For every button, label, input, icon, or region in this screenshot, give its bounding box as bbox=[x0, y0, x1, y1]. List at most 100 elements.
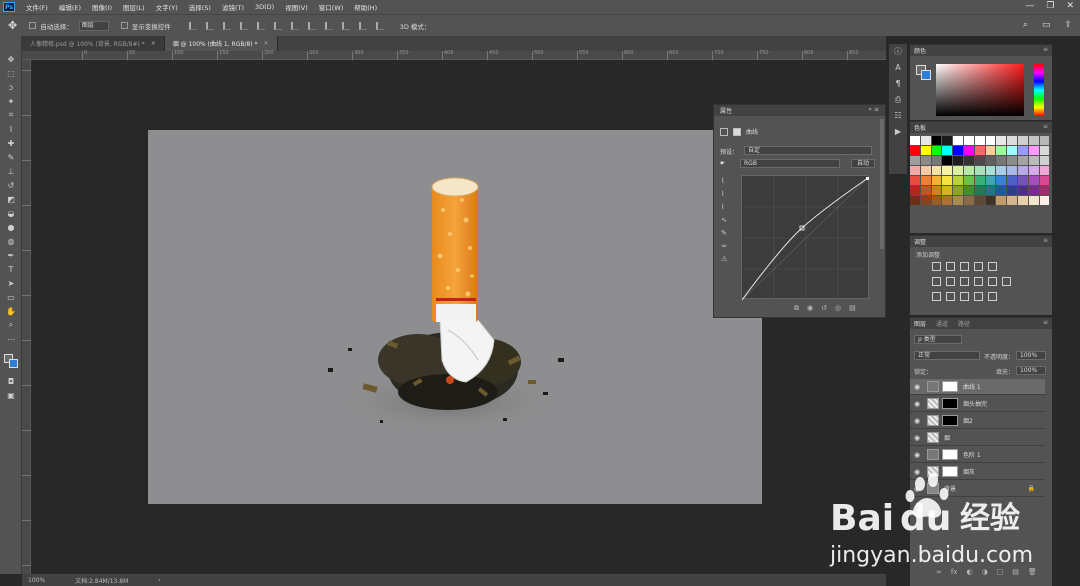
color-swatch[interactable] bbox=[1007, 156, 1017, 165]
gray-point-eyedropper-icon[interactable]: ⌇ bbox=[721, 190, 730, 198]
hand-tool-icon[interactable]: ✋ bbox=[5, 306, 17, 316]
screen-mode-icon[interactable]: ▣ bbox=[5, 390, 17, 400]
color-swatch[interactable] bbox=[963, 136, 974, 145]
distribute-right-icon[interactable] bbox=[375, 21, 384, 30]
tab-paths[interactable]: 路径 bbox=[958, 319, 970, 328]
workspace-icon[interactable]: ▭ bbox=[1042, 20, 1051, 30]
distribute-hcenter-icon[interactable] bbox=[358, 21, 367, 30]
hue-slider[interactable] bbox=[1034, 64, 1044, 116]
color-swatch[interactable] bbox=[942, 136, 953, 145]
delete-adjustment-icon[interactable]: ▤ bbox=[849, 304, 856, 313]
history-brush-tool-icon[interactable]: ↺ bbox=[5, 180, 17, 190]
curve-point-icon[interactable]: ∿ bbox=[721, 216, 730, 224]
color-swatch[interactable] bbox=[953, 136, 963, 145]
color-swatch[interactable] bbox=[974, 176, 985, 185]
color-swatch[interactable] bbox=[974, 136, 985, 145]
visibility-eye-icon[interactable]: ◉ bbox=[914, 400, 923, 408]
layer-mask-thumbnail[interactable] bbox=[942, 415, 958, 426]
color-swatch[interactable] bbox=[1007, 136, 1017, 145]
layer-mask-thumbnail[interactable] bbox=[942, 381, 958, 392]
tab-cigarette-document[interactable]: 烟 @ 100% (曲线 1, RGB/8) * × bbox=[164, 36, 278, 51]
blend-mode-dropdown[interactable]: 正常 bbox=[914, 351, 980, 360]
color-swatch[interactable] bbox=[1017, 136, 1028, 145]
align-left-icon[interactable] bbox=[239, 21, 248, 30]
color-swatch[interactable] bbox=[963, 166, 974, 175]
exposure-icon[interactable] bbox=[974, 262, 983, 271]
selective-color-icon[interactable] bbox=[988, 292, 997, 301]
posterize-icon[interactable] bbox=[946, 292, 955, 301]
curves-adjust-icon[interactable] bbox=[960, 262, 969, 271]
black-white-icon[interactable] bbox=[960, 277, 969, 286]
close-button[interactable]: ✕ bbox=[1066, 1, 1074, 11]
search-icon[interactable]: ⌕ bbox=[1023, 20, 1028, 30]
eraser-tool-icon[interactable]: ◩ bbox=[5, 194, 17, 204]
color-swatch[interactable] bbox=[1007, 196, 1017, 205]
zoom-tool-icon[interactable]: ⌕ bbox=[5, 320, 17, 330]
menu-edit[interactable]: 编辑(E) bbox=[59, 2, 81, 12]
color-swatch[interactable] bbox=[942, 176, 953, 185]
align-top-icon[interactable] bbox=[188, 21, 197, 30]
color-swatch[interactable] bbox=[910, 196, 920, 205]
color-swatch[interactable] bbox=[985, 196, 996, 205]
fill-field[interactable]: 100% bbox=[1016, 366, 1046, 375]
color-swatch[interactable] bbox=[1007, 176, 1017, 185]
color-swatch[interactable] bbox=[1039, 196, 1050, 205]
color-swatch[interactable] bbox=[942, 196, 953, 205]
color-swatch[interactable] bbox=[953, 196, 963, 205]
color-lookup-icon[interactable] bbox=[1002, 277, 1011, 286]
layer-row[interactable]: ◉ 色阶 1 bbox=[910, 447, 1045, 463]
color-swatch[interactable] bbox=[931, 176, 942, 185]
align-vcenter-icon[interactable] bbox=[205, 21, 214, 30]
view-previous-icon[interactable]: ◉ bbox=[807, 304, 813, 313]
layer-mask-thumbnail[interactable] bbox=[942, 449, 958, 460]
color-swatch[interactable] bbox=[1017, 186, 1028, 195]
vibrance-icon[interactable] bbox=[988, 262, 997, 271]
path-selection-tool-icon[interactable]: ➤ bbox=[5, 278, 17, 288]
color-swatch[interactable] bbox=[963, 156, 974, 165]
color-swatch[interactable] bbox=[996, 176, 1007, 185]
background-color-swatch[interactable] bbox=[9, 359, 18, 368]
color-swatch[interactable] bbox=[910, 156, 920, 165]
color-swatch[interactable] bbox=[931, 136, 942, 145]
character-icon[interactable]: A bbox=[889, 60, 907, 76]
zoom-level[interactable]: 100% bbox=[28, 577, 45, 584]
color-swatch[interactable] bbox=[996, 146, 1007, 155]
collapse-icon[interactable]: » bbox=[868, 106, 872, 113]
color-swatch[interactable] bbox=[974, 156, 985, 165]
hue-saturation-icon[interactable] bbox=[932, 277, 941, 286]
layer-mask-thumbnail[interactable] bbox=[942, 398, 958, 409]
panel-menu-icon[interactable]: ≡ bbox=[1043, 46, 1048, 53]
restore-button[interactable]: ❐ bbox=[1046, 1, 1054, 11]
pencil-icon[interactable]: ✎ bbox=[721, 229, 730, 237]
clone-stamp-tool-icon[interactable]: ⊥ bbox=[5, 166, 17, 176]
clipping-warning-icon[interactable]: ⚠ bbox=[721, 255, 730, 263]
color-swatch[interactable] bbox=[953, 146, 963, 155]
color-swatch[interactable] bbox=[920, 186, 931, 195]
move-tool-icon[interactable]: ✥ bbox=[5, 54, 17, 64]
color-swatch[interactable] bbox=[1039, 176, 1050, 185]
properties-toggle-icon[interactable]: ☷ bbox=[889, 108, 907, 124]
color-swatch[interactable] bbox=[931, 196, 942, 205]
color-swatch[interactable] bbox=[910, 176, 920, 185]
visibility-eye-icon[interactable]: ◉ bbox=[914, 451, 923, 459]
color-swatch[interactable] bbox=[1028, 156, 1039, 165]
color-swatch[interactable] bbox=[974, 196, 985, 205]
color-swatch[interactable] bbox=[963, 146, 974, 155]
brightness-contrast-icon[interactable] bbox=[932, 262, 941, 271]
color-swatch[interactable] bbox=[1017, 176, 1028, 185]
color-balance-icon[interactable] bbox=[946, 277, 955, 286]
color-swatch[interactable] bbox=[910, 186, 920, 195]
channel-dropdown[interactable]: RGB bbox=[740, 159, 840, 168]
reset-icon[interactable]: ↺ bbox=[821, 304, 827, 313]
share-icon[interactable]: ⇪ bbox=[1064, 20, 1072, 30]
layer-row[interactable]: ◉ 烟 bbox=[910, 430, 1045, 446]
color-swatch[interactable] bbox=[1028, 146, 1039, 155]
tab-layers[interactable]: 图层 bbox=[914, 319, 926, 328]
close-tab-icon[interactable]: × bbox=[151, 40, 156, 47]
panel-menu-icon[interactable]: ≡ bbox=[874, 106, 879, 113]
white-point-eyedropper-icon[interactable]: ⌇ bbox=[721, 203, 730, 211]
color-swatch[interactable] bbox=[974, 186, 985, 195]
color-swatch[interactable] bbox=[931, 146, 942, 155]
menu-view[interactable]: 视图(V) bbox=[285, 2, 308, 12]
color-swatch[interactable] bbox=[920, 196, 931, 205]
